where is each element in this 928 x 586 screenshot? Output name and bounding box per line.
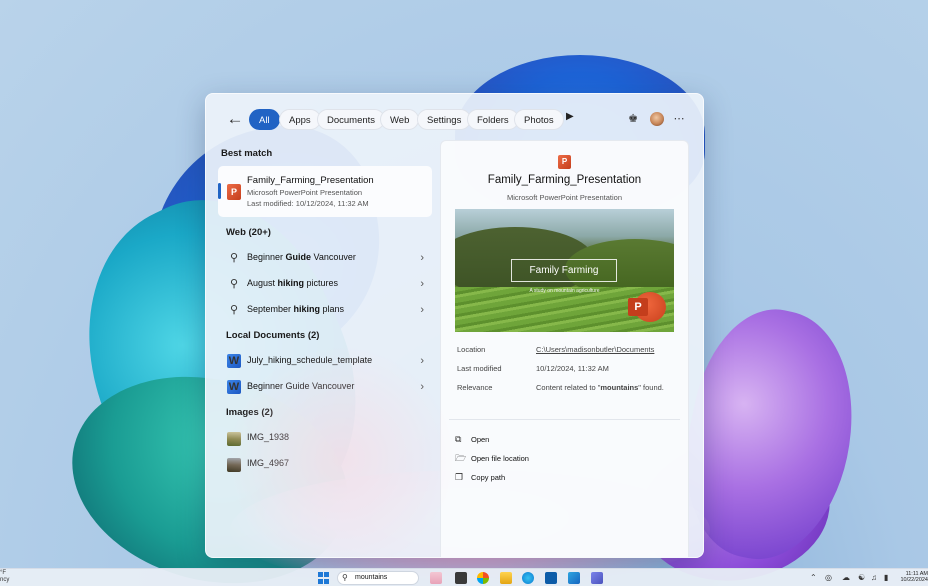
last-modified-label: Last modified <box>457 364 502 373</box>
weather-temperature: °F <box>0 570 7 576</box>
powerpoint-logo-icon: P <box>628 292 666 322</box>
network-globe-icon[interactable]: ◎ <box>825 572 832 584</box>
best-match-result[interactable]: P Family_Farming_Presentation Microsoft … <box>218 166 432 217</box>
images-heading: Images (2) <box>226 407 273 418</box>
best-match-name: Family_Farming_Presentation <box>247 175 374 186</box>
photos-icon[interactable] <box>568 572 580 584</box>
taskbar-search-box[interactable]: ⚲ mountains <box>337 571 419 585</box>
web-result-item[interactable]: ⚲ September hiking plans › <box>218 299 432 321</box>
copy-icon: ❐ <box>455 472 464 482</box>
document-result-item[interactable]: W Beginner Guide Vancouver › <box>218 376 432 398</box>
chevron-up-icon[interactable]: ⌃ <box>810 572 817 584</box>
taskbar-search-text: mountains <box>355 574 388 581</box>
filter-chip-folders[interactable]: Folders <box>467 109 519 130</box>
taskbar: °F ncy ⚲ mountains ⌃ ◎ ☁ ☯ ♫ ▮ 11:11 AM … <box>0 568 928 586</box>
image-result-label: IMG_1938 <box>247 432 290 442</box>
volume-icon[interactable]: ♫ <box>871 572 877 584</box>
wifi-icon[interactable]: ☯ <box>858 572 865 584</box>
filter-chip-apps[interactable]: Apps <box>279 109 321 130</box>
battery-icon[interactable]: ▮ <box>884 572 888 584</box>
slide-preview-image[interactable]: Family Farming A study on mountain agric… <box>455 209 674 332</box>
chevron-right-icon[interactable]: › <box>420 277 424 291</box>
local-documents-heading: Local Documents (2) <box>226 330 320 341</box>
filter-chip-settings[interactable]: Settings <box>417 109 472 130</box>
onedrive-cloud-icon[interactable]: ☁ <box>842 572 850 584</box>
image-result-item[interactable]: IMG_1938 <box>218 427 432 449</box>
search-icon: ⚲ <box>229 252 239 264</box>
preview-subtitle: Microsoft PowerPoint Presentation <box>506 193 623 202</box>
filter-chip-all[interactable]: All <box>249 109 280 130</box>
filter-chip-web[interactable]: Web <box>380 109 420 130</box>
powerpoint-icon: P <box>558 155 571 169</box>
web-result-label: August hiking pictures <box>247 278 339 288</box>
search-icon: ⚲ <box>229 304 239 316</box>
chevron-right-icon[interactable]: › <box>420 303 424 317</box>
edge-browser-icon[interactable] <box>522 572 534 584</box>
web-result-item[interactable]: ⚲ August hiking pictures › <box>218 273 432 295</box>
copy-path-label: Copy path <box>471 473 506 482</box>
preview-title: Family_Farming_Presentation <box>487 174 642 186</box>
image-thumbnail-icon <box>227 458 241 472</box>
search-panel: ← All Apps Documents Web Settings Folder… <box>205 93 704 558</box>
web-result-item[interactable]: ⚲ Beginner Guide Vancouver › <box>218 247 432 269</box>
location-link[interactable]: C:\Users\madisonbutler\Documents <box>536 345 654 354</box>
open-action-label: Open <box>471 435 490 444</box>
copilot-app-icon[interactable] <box>477 572 489 584</box>
best-match-modified: Last modified: 10/12/2024, 11:32 AM <box>247 199 369 208</box>
filter-chip-documents[interactable]: Documents <box>317 109 386 130</box>
system-clock[interactable]: 11:11 AM 10/22/2024 <box>898 571 928 583</box>
weather-widget[interactable]: °F ncy <box>0 570 9 584</box>
microsoft-store-icon[interactable] <box>545 572 557 584</box>
search-icon: ⚲ <box>229 278 239 290</box>
relevance-label: Relevance <box>457 383 493 392</box>
arrow-left-icon[interactable]: ← <box>224 108 246 130</box>
chevron-right-icon[interactable]: › <box>420 251 424 265</box>
search-icon: ⚲ <box>342 573 348 582</box>
location-label: Location <box>457 345 486 354</box>
trophy-icon[interactable]: ♚ <box>625 111 641 127</box>
best-match-type: Microsoft PowerPoint Presentation <box>247 188 363 197</box>
clock-date: 10/22/2024 <box>900 577 928 583</box>
filter-chip-photos[interactable]: Photos <box>514 109 564 130</box>
chevron-right-icon[interactable]: › <box>420 380 424 394</box>
document-result-label: July_hiking_schedule_template <box>247 355 373 365</box>
weather-condition: ncy <box>0 577 10 583</box>
windows-start-icon[interactable] <box>318 572 330 584</box>
document-result-label: Beginner Guide Vancouver <box>247 381 355 391</box>
image-result-label: IMG_4967 <box>247 458 290 468</box>
last-modified-value: 10/12/2024, 11:32 AM <box>536 364 609 373</box>
user-avatar[interactable] <box>650 112 664 126</box>
word-icon: W <box>227 380 241 394</box>
selection-indicator <box>218 183 221 199</box>
copilot-icon[interactable] <box>430 572 442 584</box>
search-results-list: Best match P Family_Farming_Presentation… <box>206 144 440 557</box>
relevance-value: Content related to "mountains" found. <box>536 383 664 392</box>
slide-title: Family Farming <box>511 259 617 282</box>
divider <box>449 419 680 420</box>
image-result-item[interactable]: IMG_4967 <box>218 453 432 475</box>
ellipsis-icon[interactable]: ⋯ <box>671 111 687 127</box>
folder-open-icon: 🗁 <box>455 453 467 463</box>
powerpoint-icon: P <box>227 184 241 200</box>
result-preview-pane: P Family_Farming_Presentation Microsoft … <box>440 140 689 557</box>
play-right-icon[interactable]: ▶ <box>566 111 574 122</box>
web-result-label: September hiking plans <box>247 304 345 314</box>
file-explorer-icon[interactable] <box>500 572 512 584</box>
word-icon: W <box>227 354 241 368</box>
teams-icon[interactable] <box>591 572 603 584</box>
open-external-icon: ⧉ <box>455 434 462 444</box>
image-thumbnail-icon <box>227 432 241 446</box>
best-match-heading: Best match <box>221 148 273 159</box>
search-filter-bar: ← All Apps Documents Web Settings Folder… <box>206 94 703 144</box>
chevron-right-icon[interactable]: › <box>420 354 424 368</box>
document-result-item[interactable]: W July_hiking_schedule_template › <box>218 350 432 372</box>
open-file-location-label: Open file location <box>471 454 529 463</box>
web-results-heading: Web (20+) <box>226 227 271 238</box>
web-result-label: Beginner Guide Vancouver <box>247 252 356 262</box>
task-view-icon[interactable] <box>455 572 467 584</box>
